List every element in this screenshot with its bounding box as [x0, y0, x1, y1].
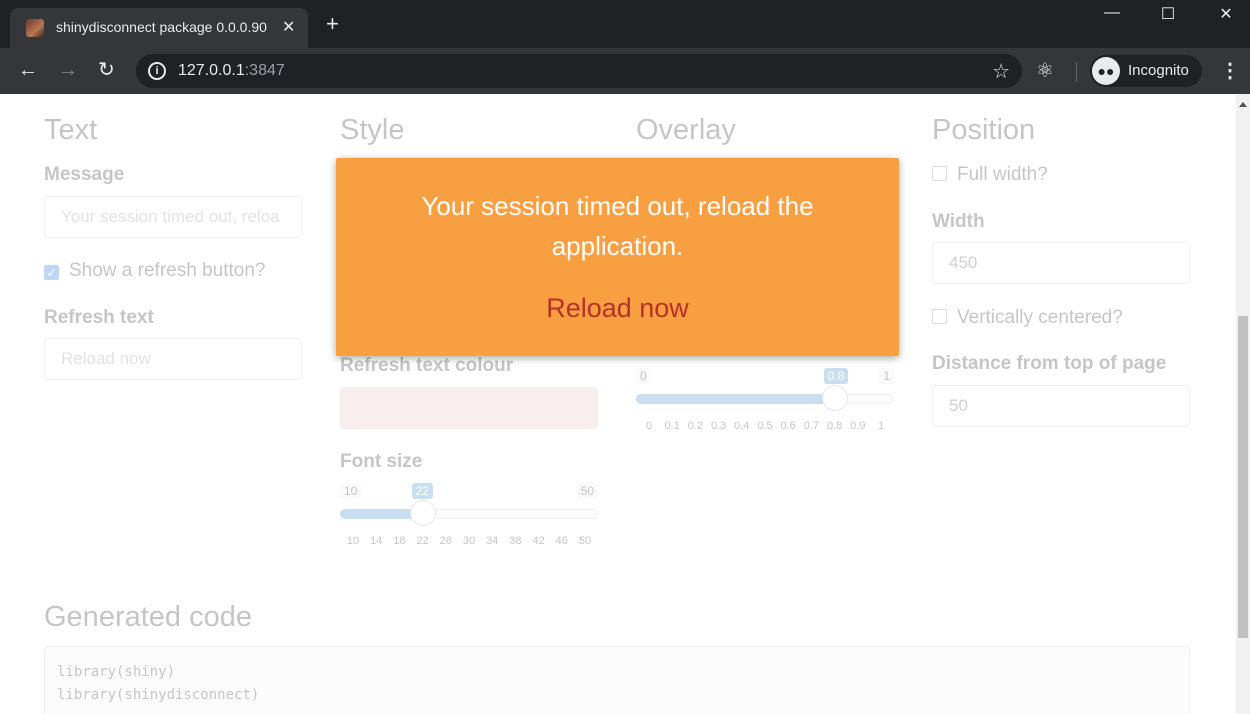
incognito-badge[interactable]: ●● Incognito [1090, 55, 1202, 87]
slider-tick-label: 30 [462, 535, 476, 547]
slider-tick-label: 46 [555, 535, 568, 547]
slider-tick-label: 0.3 [710, 420, 727, 432]
refresh-text-label: Refresh text [44, 307, 154, 328]
slider-value: 0.8 [823, 368, 849, 384]
address-bar[interactable]: i 127.0.0.1:3847 ☆ [136, 54, 1022, 88]
slider-tick-label: 0.5 [757, 420, 773, 432]
width-input[interactable]: 450 [932, 242, 1190, 284]
browser-menu-icon[interactable]: ⋮ [1220, 58, 1240, 83]
slider-ticks: 10 14 18 22 26 30 34 38 42 46 50 [340, 535, 598, 549]
slider-tick-label: 18 [393, 535, 406, 547]
slider-tick-label: 0 [645, 420, 653, 432]
slider-tick-label: 0.4 [734, 420, 750, 432]
slider-max: 1 [879, 368, 894, 384]
refresh-colour-picker[interactable] [340, 387, 598, 429]
browser-tab[interactable]: shinydisconnect package 0.0.0.90 ✕ [10, 8, 308, 48]
slider-tick-label: 0.8 [826, 420, 843, 432]
page-scrollbar[interactable] [1236, 94, 1250, 714]
overlay-section: Overlay 0 0.8 1 0 0.1 0.2 0.3 0.4 0.5 0.6 0.7 0.… [636, 114, 894, 432]
slider-tick-label: 0.9 [850, 420, 866, 432]
show-refresh-checkbox[interactable]: ✓ Show a refresh button? [44, 260, 265, 282]
slider-tick-label: 38 [509, 535, 522, 547]
browser-titlebar: shinydisconnect package 0.0.0.90 ✕ + — ☐… [0, 0, 1250, 48]
forward-icon[interactable]: → [58, 59, 78, 81]
checkbox-icon[interactable] [932, 309, 947, 324]
slider-tick-label: 0.2 [687, 420, 704, 432]
slider-tick-label: 50 [578, 535, 592, 547]
slider-tick-label: 26 [439, 535, 452, 547]
slider-ticks: 0 0.1 0.2 0.3 0.4 0.5 0.6 0.7 0.8 0.9 1 [636, 420, 894, 434]
generated-code-heading: Generated code [44, 601, 252, 633]
reload-icon[interactable]: ↻ [98, 59, 115, 81]
width-label: Width [932, 211, 985, 232]
distance-input[interactable]: 50 [932, 385, 1190, 427]
new-tab-button[interactable]: + [326, 13, 339, 35]
font-size-slider[interactable]: 10 22 50 10 14 18 22 26 30 34 38 42 46 50 [340, 483, 598, 563]
slider-handle[interactable] [409, 500, 436, 526]
scroll-up-icon[interactable] [1239, 102, 1247, 107]
bookmark-star-icon[interactable]: ☆ [992, 59, 1010, 84]
react-devtools-icon[interactable]: ⚛ [1036, 60, 1054, 82]
slider-min: 10 [340, 483, 362, 499]
tab-title: shinydisconnect package 0.0.0.90 [56, 19, 267, 35]
incognito-icon: ●● [1092, 57, 1120, 85]
generated-code-block[interactable]: library(shiny) library(shinydisconnect) [44, 646, 1190, 714]
slider-max: 50 [576, 483, 598, 499]
font-size-label: Font size [340, 451, 423, 472]
slider-tick-label: 42 [532, 535, 545, 547]
close-tab-icon[interactable]: ✕ [282, 17, 295, 37]
window-close-icon[interactable]: ✕ [1206, 4, 1246, 24]
slider-tick-label: 0.1 [664, 420, 680, 432]
slider-handle[interactable] [821, 385, 848, 411]
checkbox-checked-icon[interactable]: ✓ [44, 265, 59, 280]
slider-fill [636, 394, 835, 404]
style-heading: Style [340, 114, 405, 146]
text-section: Text Message Your session timed out, rel… [44, 114, 302, 380]
checkbox-icon[interactable] [932, 166, 947, 181]
message-label: Message [44, 164, 125, 185]
slider-tick-label: 0.7 [803, 420, 820, 432]
favicon-icon [26, 19, 44, 37]
browser-toolbar: ← → ↻ i 127.0.0.1:3847 ☆ ⚛ ●● Incognito … [0, 48, 1250, 94]
position-section: Position Full width? Width 450 Verticall… [932, 114, 1190, 427]
slider-tick-label: 14 [370, 535, 383, 547]
slider-tick-label: 1 [877, 420, 885, 432]
toolbar-divider [1076, 62, 1077, 82]
scrollbar-thumb[interactable] [1238, 316, 1248, 638]
back-icon[interactable]: ← [18, 59, 38, 81]
message-input[interactable]: Your session timed out, reloa [44, 196, 302, 238]
url-text[interactable]: 127.0.0.1:3847 [178, 62, 285, 80]
disconnect-text: Your session timed out, reload the appli… [421, 191, 814, 261]
refresh-text-input[interactable]: Reload now [44, 338, 302, 380]
info-icon[interactable]: i [148, 62, 166, 80]
slider-tick-label: 10 [346, 535, 360, 547]
refresh-colour-label: Refresh text colour [340, 355, 514, 376]
slider-value: 22 [411, 483, 433, 499]
minimize-icon[interactable]: — [1092, 4, 1132, 22]
disconnect-message: Your session timed out, reload the appli… [336, 158, 899, 356]
vertically-centered-checkbox[interactable]: Vertically centered? [932, 307, 1123, 329]
distance-label: Distance from top of page [932, 353, 1167, 374]
maximize-icon[interactable]: ☐ [1148, 4, 1188, 24]
reload-now-link[interactable]: Reload now [336, 293, 899, 324]
opacity-slider[interactable]: 0 0.8 1 0 0.1 0.2 0.3 0.4 0.5 0.6 0.7 0.8 0.9 1 [636, 368, 894, 448]
slider-tick-label: 34 [486, 535, 499, 547]
code-line: library(shiny) [57, 664, 176, 680]
slider-tick-label: 0.6 [780, 420, 796, 432]
position-heading: Position [932, 114, 1036, 146]
slider-tick-label: 22 [416, 535, 429, 547]
code-line: library(shinydisconnect) [57, 687, 260, 703]
overlay-heading: Overlay [636, 114, 736, 146]
text-heading: Text [44, 114, 98, 146]
slider-min: 0 [636, 368, 651, 384]
style-section: Style Refresh text colour Font size 10 2… [340, 114, 598, 547]
full-width-checkbox[interactable]: Full width? [932, 164, 1048, 186]
incognito-label: Incognito [1128, 62, 1189, 79]
